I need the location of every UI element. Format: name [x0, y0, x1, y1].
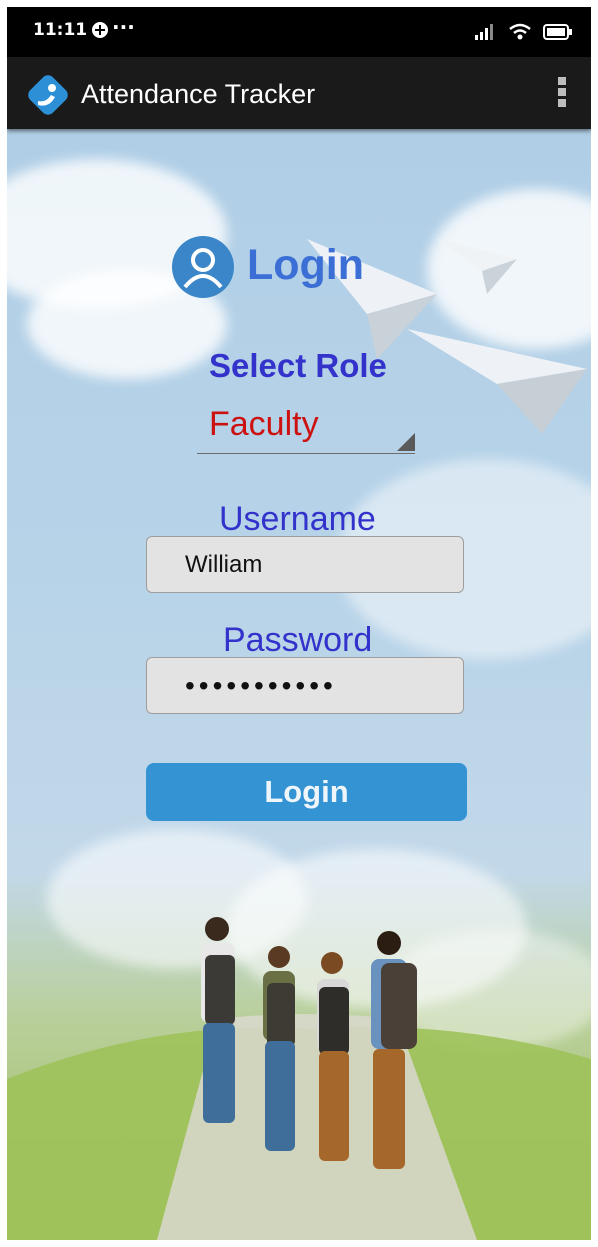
- signal-icon: [474, 23, 493, 40]
- login-button[interactable]: Login: [146, 763, 467, 821]
- app-title: Attendance Tracker: [81, 79, 316, 109]
- user-icon: [172, 236, 234, 298]
- wifi-icon: [509, 23, 531, 39]
- role-label: Select Role: [209, 347, 387, 384]
- app-logo-icon: [28, 75, 68, 115]
- app-bar: Attendance Tracker: [7, 57, 591, 129]
- app-screen: 11:11 ··· Attendance Tracker Login Selec…: [7, 7, 591, 1240]
- status-bar: 11:11 ···: [7, 7, 591, 57]
- page-title: Login: [247, 241, 365, 289]
- password-input[interactable]: [146, 657, 464, 714]
- status-icons: [474, 21, 573, 41]
- password-label: Password: [223, 621, 373, 659]
- battery-icon: [543, 23, 572, 40]
- role-selected-value: Faculty: [209, 405, 319, 443]
- status-time: 11:11: [33, 20, 88, 40]
- dnd-icon: [92, 22, 108, 38]
- status-more-indicator: ···: [112, 15, 135, 39]
- role-dropdown[interactable]: Faculty: [197, 403, 415, 454]
- overflow-menu-icon[interactable]: [555, 77, 569, 111]
- username-label: Username: [219, 500, 376, 538]
- username-input[interactable]: [146, 536, 464, 593]
- dropdown-caret-icon: [397, 433, 415, 451]
- hikers-illustration: [201, 917, 417, 1169]
